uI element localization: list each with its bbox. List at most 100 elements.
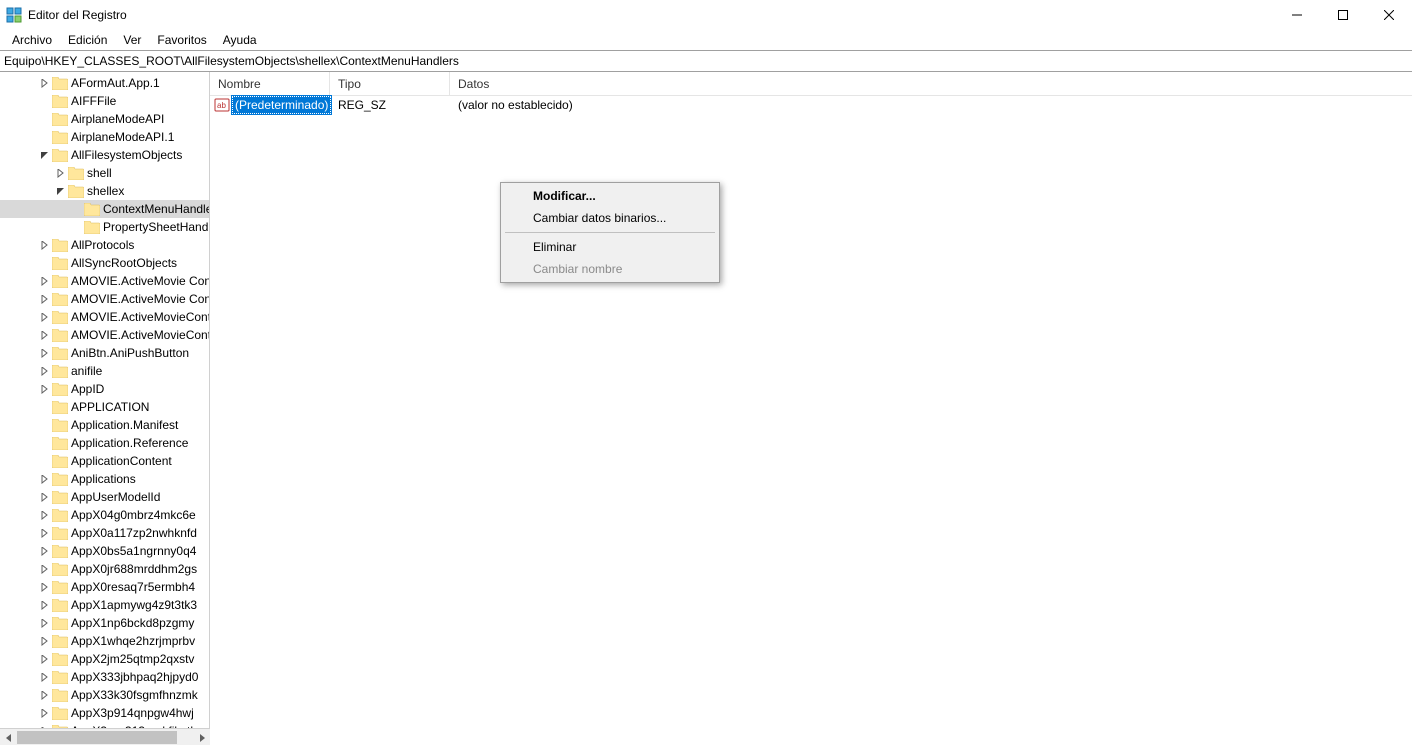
tree-item[interactable]: Application.Reference bbox=[0, 434, 209, 452]
tree-item[interactable]: AllProtocols bbox=[0, 236, 209, 254]
tree-item[interactable]: AppID bbox=[0, 380, 209, 398]
folder-icon bbox=[52, 113, 68, 126]
expand-closed-icon[interactable] bbox=[38, 509, 50, 521]
expand-closed-icon[interactable] bbox=[38, 275, 50, 287]
tree-item[interactable]: AppX33k30fsgmfhnzmk bbox=[0, 686, 209, 704]
expand-closed-icon[interactable] bbox=[38, 635, 50, 647]
expand-none bbox=[38, 401, 50, 413]
expand-none bbox=[38, 455, 50, 467]
tree-item[interactable]: AppX0resaq7r5ermbh4 bbox=[0, 578, 209, 596]
tree-item-label: AMOVIE.ActiveMovieControl.2 bbox=[71, 328, 209, 342]
tree-item[interactable]: AppX0bs5a1ngrnny0q4 bbox=[0, 542, 209, 560]
expand-closed-icon[interactable] bbox=[54, 167, 66, 179]
folder-icon bbox=[52, 257, 68, 270]
expand-closed-icon[interactable] bbox=[38, 311, 50, 323]
expand-closed-icon[interactable] bbox=[38, 707, 50, 719]
expand-closed-icon[interactable] bbox=[38, 563, 50, 575]
expand-closed-icon[interactable] bbox=[38, 491, 50, 503]
expand-closed-icon[interactable] bbox=[38, 653, 50, 665]
tree-item[interactable]: AppX04g0mbrz4mkc6e bbox=[0, 506, 209, 524]
tree-item[interactable]: ApplicationContent bbox=[0, 452, 209, 470]
tree-item[interactable]: AppX3p914qnpgw4hwj bbox=[0, 704, 209, 722]
tree-item[interactable]: AirplaneModeAPI bbox=[0, 110, 209, 128]
address-bar[interactable]: Equipo\HKEY_CLASSES_ROOT\AllFilesystemOb… bbox=[0, 50, 1412, 72]
expand-open-icon[interactable] bbox=[38, 149, 50, 161]
tree-item[interactable]: ContextMenuHandlers bbox=[0, 200, 209, 218]
list-row[interactable]: ab(Predeterminado)REG_SZ(valor no establ… bbox=[210, 96, 1412, 114]
expand-closed-icon[interactable] bbox=[38, 347, 50, 359]
expand-closed-icon[interactable] bbox=[38, 689, 50, 701]
folder-icon bbox=[52, 617, 68, 630]
tree-item-label: AppX333jbhpaq2hjpyd0 bbox=[71, 670, 198, 684]
tree-item[interactable]: AppX333jbhpaq2hjpyd0 bbox=[0, 668, 209, 686]
folder-icon bbox=[52, 149, 68, 162]
tree-item[interactable]: AMOVIE.ActiveMovieControl bbox=[0, 308, 209, 326]
expand-open-icon[interactable] bbox=[54, 185, 66, 197]
tree-item[interactable]: Applications bbox=[0, 470, 209, 488]
tree-item[interactable]: AFormAut.App.1 bbox=[0, 74, 209, 92]
tree-hscrollbar[interactable] bbox=[0, 728, 210, 745]
tree-item[interactable]: AMOVIE.ActiveMovieControl.2 bbox=[0, 326, 209, 344]
tree-item[interactable]: AniBtn.AniPushButton bbox=[0, 344, 209, 362]
maximize-button[interactable] bbox=[1320, 0, 1366, 30]
tree-item[interactable]: PropertySheetHandlers bbox=[0, 218, 209, 236]
tree-item[interactable]: AIFFFile bbox=[0, 92, 209, 110]
expand-closed-icon[interactable] bbox=[38, 581, 50, 593]
menu-favoritos[interactable]: Favoritos bbox=[149, 31, 214, 49]
minimize-button[interactable] bbox=[1274, 0, 1320, 30]
tree-item-label: APPLICATION bbox=[71, 400, 149, 414]
menu-archivo[interactable]: Archivo bbox=[4, 31, 60, 49]
expand-closed-icon[interactable] bbox=[38, 527, 50, 539]
scroll-track[interactable] bbox=[17, 729, 193, 745]
context-menu-item[interactable]: Cambiar datos binarios... bbox=[503, 207, 717, 229]
expand-closed-icon[interactable] bbox=[38, 383, 50, 395]
scroll-left-arrow[interactable] bbox=[0, 729, 17, 746]
scroll-right-arrow[interactable] bbox=[193, 729, 210, 746]
expand-closed-icon[interactable] bbox=[38, 617, 50, 629]
column-header-data[interactable]: Datos bbox=[450, 72, 1412, 96]
expand-closed-icon[interactable] bbox=[38, 77, 50, 89]
tree-item-label: AppID bbox=[71, 382, 104, 396]
context-menu-item[interactable]: Eliminar bbox=[503, 236, 717, 258]
expand-closed-icon[interactable] bbox=[38, 293, 50, 305]
tree-item[interactable]: AppX0a117zp2nwhknfd bbox=[0, 524, 209, 542]
expand-closed-icon[interactable] bbox=[38, 239, 50, 251]
tree-item[interactable]: AllSyncRootObjects bbox=[0, 254, 209, 272]
column-header-name[interactable]: Nombre bbox=[210, 72, 330, 96]
tree-item[interactable]: AppX1whqe2hzrjmprbv bbox=[0, 632, 209, 650]
column-header-type[interactable]: Tipo bbox=[330, 72, 450, 96]
tree-item[interactable]: shell bbox=[0, 164, 209, 182]
expand-closed-icon[interactable] bbox=[38, 365, 50, 377]
tree-item[interactable]: APPLICATION bbox=[0, 398, 209, 416]
tree-item[interactable]: shellex bbox=[0, 182, 209, 200]
menu-ayuda[interactable]: Ayuda bbox=[215, 31, 265, 49]
tree-item[interactable]: AppX1np6bckd8pzgmy bbox=[0, 614, 209, 632]
tree-item-label: shell bbox=[87, 166, 112, 180]
expand-closed-icon[interactable] bbox=[38, 599, 50, 611]
folder-icon bbox=[84, 221, 100, 234]
scroll-thumb[interactable] bbox=[17, 731, 177, 744]
expand-closed-icon[interactable] bbox=[38, 473, 50, 485]
expand-closed-icon[interactable] bbox=[38, 671, 50, 683]
tree-pane[interactable]: AFormAut.App.1AIFFFileAirplaneModeAPIAir… bbox=[0, 72, 210, 728]
tree-item[interactable]: AMOVIE.ActiveMovie Control bbox=[0, 272, 209, 290]
window-title: Editor del Registro bbox=[28, 8, 127, 22]
menu-edición[interactable]: Edición bbox=[60, 31, 115, 49]
tree-item-label: ContextMenuHandlers bbox=[103, 202, 209, 216]
tree-item[interactable]: AppX0jr688mrddhm2gs bbox=[0, 560, 209, 578]
expand-closed-icon[interactable] bbox=[38, 545, 50, 557]
expand-closed-icon[interactable] bbox=[38, 329, 50, 341]
tree-item[interactable]: anifile bbox=[0, 362, 209, 380]
tree-item[interactable]: AMOVIE.ActiveMovie Control.2 bbox=[0, 290, 209, 308]
tree-item[interactable]: Application.Manifest bbox=[0, 416, 209, 434]
close-button[interactable] bbox=[1366, 0, 1412, 30]
tree-item[interactable]: AppX1apmywg4z9t3tk3 bbox=[0, 596, 209, 614]
tree-item-label: AllProtocols bbox=[71, 238, 134, 252]
tree-item[interactable]: AppX2jm25qtmp2qxstv bbox=[0, 650, 209, 668]
tree-item[interactable]: AllFilesystemObjects bbox=[0, 146, 209, 164]
context-menu-item[interactable]: Modificar... bbox=[503, 185, 717, 207]
tree-item[interactable]: AirplaneModeAPI.1 bbox=[0, 128, 209, 146]
tree-item[interactable]: AppUserModelId bbox=[0, 488, 209, 506]
menu-ver[interactable]: Ver bbox=[115, 31, 149, 49]
list-pane[interactable]: Nombre Tipo Datos ab(Predeterminado)REG_… bbox=[210, 72, 1412, 728]
